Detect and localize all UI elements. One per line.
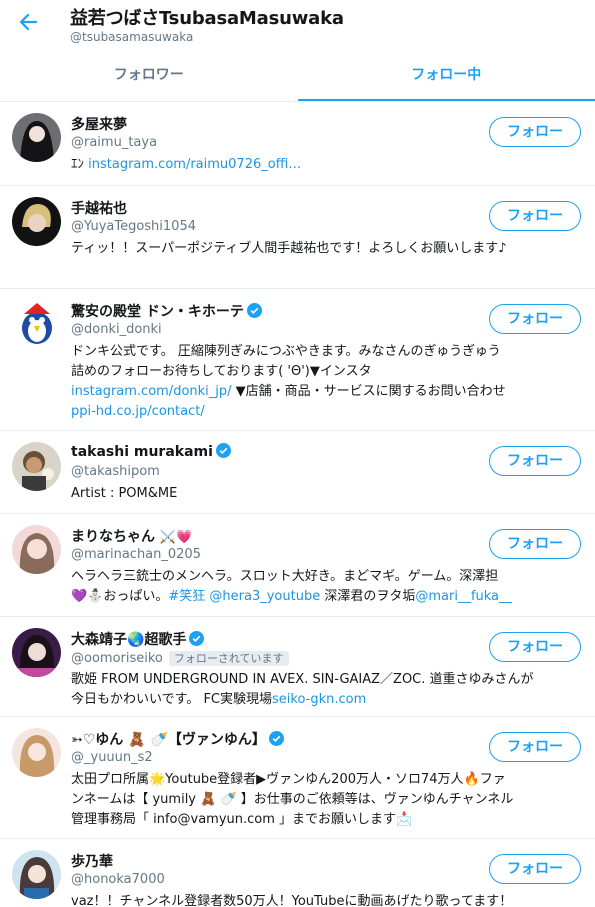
verified-badge-icon — [246, 303, 262, 318]
list-item[interactable]: 手越祐也 @YuyaTegoshi1054 ティッ！！スーパーポジティブ人間手越… — [0, 186, 595, 289]
avatar[interactable] — [12, 850, 61, 899]
mention-link[interactable]: @mari__fuka__ — [415, 589, 512, 604]
tab-followers[interactable]: フォロワー — [0, 56, 298, 101]
user-name[interactable]: takashi murakami — [71, 443, 231, 460]
user-bio: ヘラヘラ三銃士のメンヘラ。スロット大好き。まどマギ。ゲーム。深澤担 💜⛄おっぱい… — [71, 567, 581, 607]
user-handle: @donki_donki — [71, 322, 162, 337]
user-bio: ティッ！！スーパーポジティブ人間手越祐也です！よろしくお願いします♪ — [71, 241, 507, 256]
user-name[interactable]: 大森靖子🌏超歌手 — [71, 629, 205, 649]
user-name[interactable]: 驚安の殿堂 ドン・キホーテ — [71, 301, 262, 321]
bio-text: ドンキ公式です。 圧縮陳列ぎみにつぶやきます。みなさんのぎゅうぎゅう — [71, 344, 501, 359]
user-bio: 太田プロ所属🌟Youtube登録者▶ヴァンゆん200万人・ソロ74万人🔥ファ ン… — [71, 770, 581, 830]
follow-button[interactable]: フォロー — [489, 732, 581, 762]
page-handle: @tsubasamasuwaka — [70, 30, 194, 44]
user-name[interactable]: ➳♡ゆん 🧸 🍼【ヴァンゆん】 — [71, 729, 284, 749]
avatar[interactable] — [12, 197, 61, 246]
user-handle: @_yuuun_s2 — [71, 750, 153, 765]
hashtag-link[interactable]: #笑狂 — [168, 589, 205, 604]
bio-text: ｴﾝ — [71, 157, 89, 172]
bio-text: 歌姫 FROM UNDERGROUND IN AVEX. SIN-GAIAZ／Z… — [71, 672, 534, 687]
avatar[interactable] — [12, 628, 61, 677]
list-item[interactable]: 驚安の殿堂 ドン・キホーテ @donki_donki ドンキ公式です。 圧縮陳列… — [0, 289, 595, 431]
bio-link[interactable]: ppi-hd.co.jp/contact/ — [71, 404, 205, 419]
user-handle-text: @oomoriseiko — [71, 651, 163, 666]
avatar[interactable] — [12, 113, 61, 162]
user-name[interactable]: 多屋来夢 — [71, 114, 127, 134]
list-item[interactable]: 歩乃華 @honoka7000 vaz！！チャンネル登録者数50万人！YouTu… — [0, 839, 595, 907]
user-name-text[interactable]: まりなちゃん — [71, 529, 155, 545]
follow-button[interactable]: フォロー — [489, 117, 581, 147]
user-bio: vaz！！チャンネル登録者数50万人！YouTubeに動画あげたり歌ってます！ — [71, 894, 513, 907]
avatar[interactable] — [12, 728, 61, 777]
list-item[interactable]: まりなちゃん ⚔️💗 @marinachan_0205 ヘラヘラ三銃士のメンヘラ… — [0, 514, 595, 617]
user-bio: 歌姫 FROM UNDERGROUND IN AVEX. SIN-GAIAZ／Z… — [71, 670, 581, 710]
bio-link[interactable]: instagram.com/donki_jp/ — [71, 384, 232, 399]
list-item[interactable]: 大森靖子🌏超歌手 @oomoriseiko フォローされています 歌姫 FROM … — [0, 617, 595, 717]
bio-link[interactable]: instagram.com/raimu0726_offi… — [88, 157, 301, 172]
bio-link[interactable]: seiko-gkn.com — [272, 692, 366, 707]
verified-badge-icon — [189, 631, 205, 646]
bio-text: ▼店舗・商品・サービスに関するお問い合わせ — [231, 384, 506, 399]
mention-link[interactable]: @hera3_youtube — [205, 589, 320, 604]
swords-icon: ⚔️ — [159, 530, 177, 545]
avatar[interactable] — [12, 300, 61, 349]
follow-button[interactable]: フォロー — [489, 201, 581, 231]
user-name-text[interactable]: takashi murakami — [71, 444, 213, 460]
bio-text: 太田プロ所属🌟Youtube登録者▶ヴァンゆん200万人・ソロ74万人🔥ファ — [71, 772, 506, 787]
user-handle: @oomoriseiko フォローされています — [71, 650, 289, 666]
bio-text: ヘラヘラ三銃士のメンヘラ。スロット大好き。まどマギ。ゲーム。深澤担 — [71, 569, 499, 584]
follow-button[interactable]: フォロー — [489, 304, 581, 334]
page-title: 益若つばさTsubasaMasuwaka — [70, 8, 344, 29]
verified-badge-icon — [268, 731, 284, 746]
heart-icon: 💗 — [176, 530, 193, 545]
user-name-text[interactable]: 驚安の殿堂 ドン・キホーテ — [71, 304, 244, 320]
user-handle: @YuyaTegoshi1054 — [71, 219, 196, 234]
profile-header: 益若つばさTsubasaMasuwaka @tsubasamasuwaka — [0, 0, 595, 56]
list-item[interactable]: takashi murakami @takashipom Artist : PO… — [0, 431, 595, 514]
user-name[interactable]: 歩乃華 — [71, 851, 113, 871]
user-bio: ドンキ公式です。 圧縮陳列ぎみにつぶやきます。みなさんのぎゅうぎゅう 詰めのフォ… — [71, 342, 581, 422]
user-name-text[interactable]: ➳♡ゆん 🧸 🍼【ヴァンゆん】 — [71, 732, 266, 748]
follow-button[interactable]: フォロー — [489, 632, 581, 662]
verified-badge-icon — [215, 443, 231, 458]
list-item[interactable]: 多屋来夢 @raimu_taya ｴﾝ instagram.com/raimu0… — [0, 102, 595, 186]
bio-text: 今日もかわいいです。 FC実験現場 — [71, 692, 272, 707]
user-name[interactable]: 手越祐也 — [71, 198, 127, 218]
bio-text: 💜⛄おっぱい。 — [71, 589, 169, 604]
avatar[interactable] — [12, 525, 61, 574]
follows-you-badge: フォローされています — [168, 651, 289, 666]
tab-following[interactable]: フォロー中 — [297, 56, 595, 101]
user-handle: @marinachan_0205 — [71, 547, 201, 562]
tab-bar: フォロワー フォロー中 — [0, 56, 595, 102]
follow-button[interactable]: フォロー — [489, 446, 581, 476]
user-bio: ｴﾝ instagram.com/raimu0726_offi… — [71, 155, 581, 175]
list-item[interactable]: ➳♡ゆん 🧸 🍼【ヴァンゆん】 @_yuuun_s2 太田プロ所属🌟Youtub… — [0, 717, 595, 839]
follow-button[interactable]: フォロー — [489, 529, 581, 559]
bio-text: ンネームは【 yumily 🧸 🍼 】お仕事のご依頼等は、ヴァンゆんチャンネル — [71, 792, 514, 807]
bio-text: 深澤君のヲタ垢 — [320, 589, 416, 604]
user-handle: @honoka7000 — [71, 872, 165, 887]
avatar[interactable] — [12, 442, 61, 491]
back-arrow-icon[interactable] — [14, 10, 42, 38]
bio-text: 詰めのフォローお待ちしております( 'Θ')▼インスタ — [71, 364, 372, 379]
user-name-text[interactable]: 大森靖子🌏超歌手 — [71, 632, 186, 648]
user-bio: Artist : POM&ME — [71, 486, 178, 501]
user-handle: @takashipom — [71, 464, 160, 479]
user-handle: @raimu_taya — [71, 135, 158, 150]
bio-text: 管理事務局「 info@vamyun.com 」までお願いします📩 — [71, 812, 413, 827]
follow-button[interactable]: フォロー — [489, 854, 581, 884]
user-name[interactable]: まりなちゃん ⚔️💗 — [71, 526, 192, 546]
